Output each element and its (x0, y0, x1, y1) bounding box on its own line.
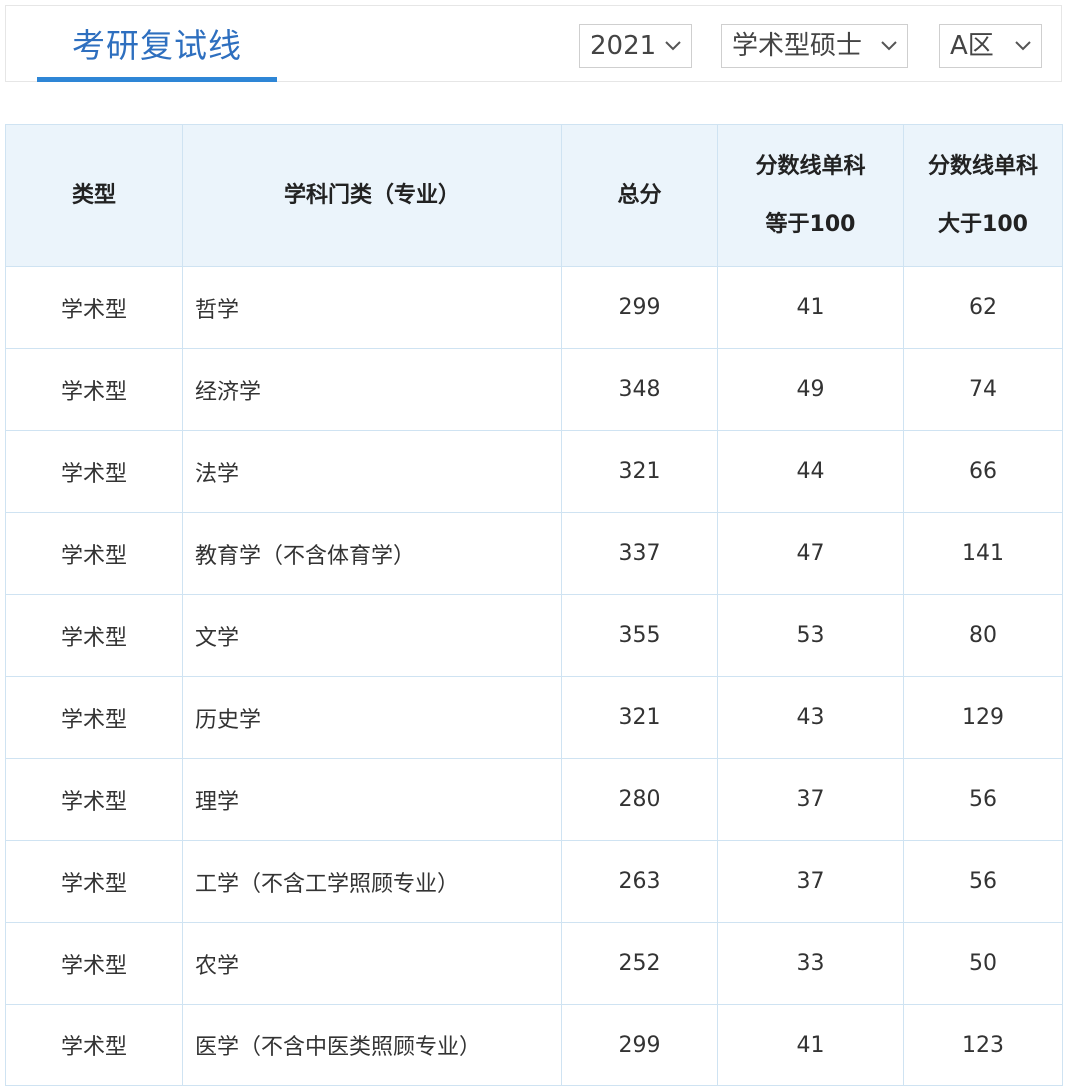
cell-eq100: 43 (717, 676, 904, 759)
cell-eq100: 49 (717, 348, 904, 431)
cell-subject: 历史学 (182, 676, 562, 759)
cell-subject: 法学 (182, 430, 562, 513)
cell-total: 299 (561, 266, 718, 349)
cell-eq100: 33 (717, 922, 904, 1005)
cell-gt100: 56 (903, 758, 1063, 841)
table-row: 学术型 法学 321 44 66 (5, 430, 1063, 513)
cell-eq100: 47 (717, 512, 904, 595)
cell-gt100: 62 (903, 266, 1063, 349)
region-select[interactable]: A区 (939, 24, 1042, 68)
cell-type: 学术型 (5, 430, 183, 513)
cell-type: 学术型 (5, 1004, 183, 1086)
region-select-value: A区 (950, 31, 994, 61)
cell-total: 280 (561, 758, 718, 841)
cell-total: 337 (561, 512, 718, 595)
chevron-down-icon (881, 25, 897, 67)
year-select-value: 2021 (590, 31, 657, 61)
table-row: 学术型 医学（不含中医类照顾专业） 299 41 123 (5, 1004, 1063, 1086)
column-header-subject: 学科门类（专业） (182, 124, 562, 267)
cell-subject: 经济学 (182, 348, 562, 431)
cell-total: 299 (561, 1004, 718, 1086)
cell-type: 学术型 (5, 594, 183, 677)
table-row: 学术型 文学 355 53 80 (5, 594, 1063, 677)
table-body: 学术型 哲学 299 41 62 学术型 经济学 348 49 74 学术型 法学 321 44 66 学术型… (5, 266, 1063, 1086)
table-row: 学术型 理学 280 37 56 (5, 758, 1063, 841)
cell-type: 学术型 (5, 758, 183, 841)
cell-total: 321 (561, 676, 718, 759)
cell-subject: 文学 (182, 594, 562, 677)
cell-eq100: 41 (717, 1004, 904, 1086)
cell-subject: 农学 (182, 922, 562, 1005)
table-row: 学术型 农学 252 33 50 (5, 922, 1063, 1005)
cell-type: 学术型 (5, 266, 183, 349)
cell-gt100: 123 (903, 1004, 1063, 1086)
column-header-gt100: 分数线单科大于100 (903, 124, 1063, 267)
cell-subject: 哲学 (182, 266, 562, 349)
cell-eq100: 53 (717, 594, 904, 677)
cell-eq100: 37 (717, 758, 904, 841)
cell-type: 学术型 (5, 676, 183, 759)
table-row: 学术型 哲学 299 41 62 (5, 266, 1063, 349)
cell-eq100: 37 (717, 840, 904, 923)
cell-gt100: 141 (903, 512, 1063, 595)
column-header-eq100: 分数线单科等于100 (717, 124, 904, 267)
table-row: 学术型 经济学 348 49 74 (5, 348, 1063, 431)
chevron-down-icon (665, 25, 681, 67)
degree-type-select-value: 学术型硕士 (732, 31, 863, 61)
cell-subject: 理学 (182, 758, 562, 841)
column-header-type: 类型 (5, 124, 183, 267)
cell-total: 321 (561, 430, 718, 513)
table-header-row: 类型 学科门类（专业） 总分 分数线单科等于100 分数线单科大于100 (5, 124, 1063, 267)
year-select[interactable]: 2021 (579, 24, 692, 68)
cell-subject: 工学（不含工学照顾专业） (182, 840, 562, 923)
degree-type-select[interactable]: 学术型硕士 (721, 24, 908, 68)
cell-type: 学术型 (5, 512, 183, 595)
table-row: 学术型 工学（不含工学照顾专业） 263 37 56 (5, 840, 1063, 923)
cell-gt100: 66 (903, 430, 1063, 513)
cell-total: 263 (561, 840, 718, 923)
column-header-total: 总分 (561, 124, 718, 267)
cell-total: 355 (561, 594, 718, 677)
page-header: 考研复试线 2021 学术型硕士 A区 (5, 5, 1062, 82)
cell-subject: 教育学（不含体育学） (182, 512, 562, 595)
cell-type: 学术型 (5, 348, 183, 431)
cell-gt100: 80 (903, 594, 1063, 677)
cell-type: 学术型 (5, 840, 183, 923)
cell-gt100: 129 (903, 676, 1063, 759)
table-row: 学术型 历史学 321 43 129 (5, 676, 1063, 759)
score-table: 类型 学科门类（专业） 总分 分数线单科等于100 分数线单科大于100 学术型… (5, 124, 1063, 1086)
table-row: 学术型 教育学（不含体育学） 337 47 141 (5, 512, 1063, 595)
cell-eq100: 44 (717, 430, 904, 513)
chevron-down-icon (1015, 25, 1031, 67)
cell-eq100: 41 (717, 266, 904, 349)
cell-total: 348 (561, 348, 718, 431)
cell-type: 学术型 (5, 922, 183, 1005)
page-title-tab[interactable]: 考研复试线 (37, 6, 277, 82)
cell-gt100: 56 (903, 840, 1063, 923)
cell-total: 252 (561, 922, 718, 1005)
cell-subject: 医学（不含中医类照顾专业） (182, 1004, 562, 1086)
cell-gt100: 50 (903, 922, 1063, 1005)
cell-gt100: 74 (903, 348, 1063, 431)
